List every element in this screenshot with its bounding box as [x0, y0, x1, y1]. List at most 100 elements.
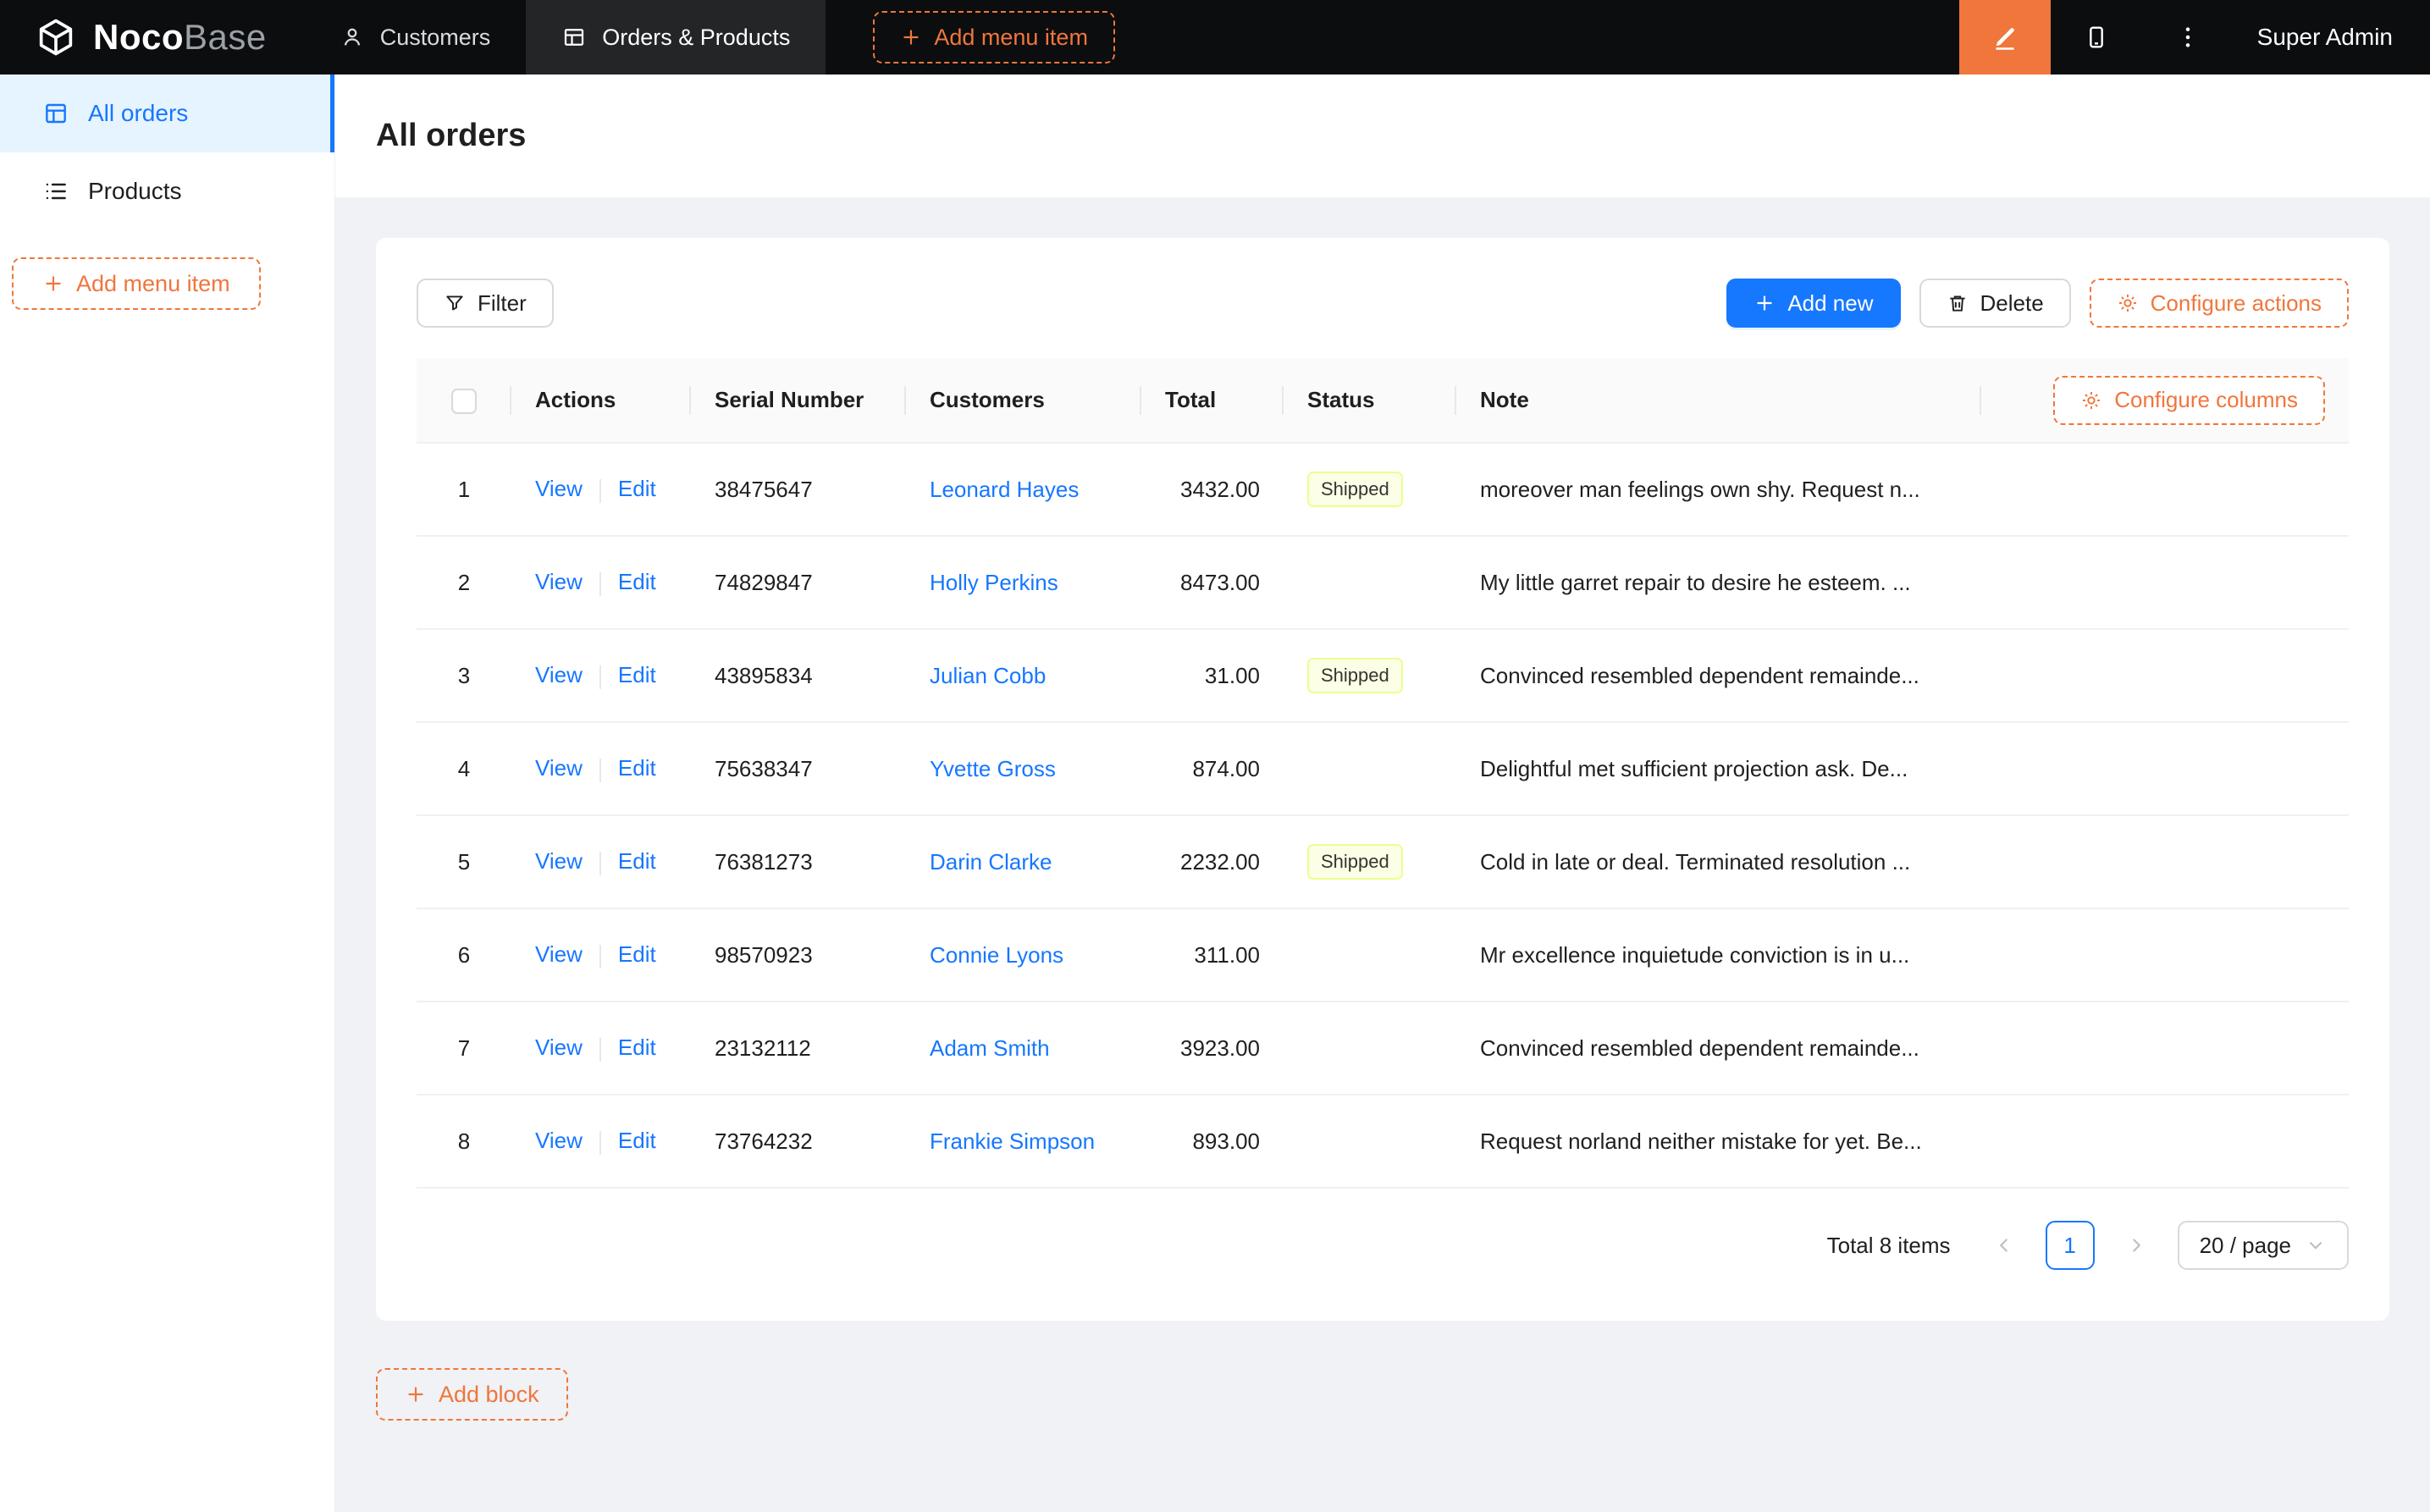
- gear-icon: [2080, 389, 2102, 411]
- sidebar-item-products[interactable]: Products: [0, 152, 334, 230]
- customer-link[interactable]: Connie Lyons: [930, 942, 1063, 968]
- edit-link[interactable]: Edit: [618, 569, 656, 594]
- row-index: 6: [417, 908, 511, 1002]
- ui-editor-button[interactable]: [1959, 0, 2051, 74]
- funnel-icon: [444, 292, 466, 314]
- edit-link[interactable]: Edit: [618, 662, 656, 687]
- column-header-customers: Customers: [906, 358, 1141, 443]
- customer-link[interactable]: Julian Cobb: [930, 663, 1046, 688]
- filter-button[interactable]: Filter: [417, 279, 554, 328]
- add-block-button[interactable]: Add block: [376, 1368, 568, 1421]
- list-icon: [42, 178, 69, 205]
- user-menu[interactable]: Super Admin: [2234, 0, 2430, 74]
- column-header-status: Status: [1284, 358, 1456, 443]
- table-row: 1 ViewEdit 38475647 Leonard Hayes 3432.0…: [417, 443, 2349, 536]
- table-row: 4 ViewEdit 75638347 Yvette Gross 874.00 …: [417, 722, 2349, 815]
- status-badge: Shipped: [1307, 844, 1403, 880]
- edit-link[interactable]: Edit: [618, 1035, 656, 1060]
- edit-link[interactable]: Edit: [618, 1128, 656, 1153]
- view-link[interactable]: View: [535, 755, 583, 781]
- view-link[interactable]: View: [535, 476, 583, 501]
- divider: [599, 1038, 601, 1062]
- total-cell: 31.00: [1141, 629, 1284, 722]
- more-actions-button[interactable]: [2142, 0, 2234, 74]
- total-cell: 2232.00: [1141, 815, 1284, 908]
- sidebar-item-label: Products: [88, 178, 182, 205]
- table-icon: [42, 100, 69, 127]
- configure-actions-label: Configure actions: [2151, 290, 2322, 317]
- nav-item-label: Customers: [380, 25, 491, 51]
- chevron-down-icon: [2305, 1234, 2327, 1256]
- note-cell: Convinced resembled dependent remainde..…: [1456, 1002, 1981, 1095]
- nav-item-orders-products[interactable]: Orders & Products: [526, 0, 826, 74]
- column-header-actions: Actions: [511, 358, 691, 443]
- configure-actions-button[interactable]: Configure actions: [2090, 279, 2349, 328]
- navbar-add-menu-item-button[interactable]: Add menu item: [873, 11, 1115, 63]
- pagination-total: Total 8 items: [1827, 1233, 1951, 1259]
- mobile-icon: [2083, 24, 2110, 51]
- note-cell: Convinced resembled dependent remainde..…: [1456, 629, 1981, 722]
- orders-table: Actions Serial Number Customers Total St…: [417, 358, 2349, 1189]
- brand-text: NocoBase: [93, 17, 267, 58]
- nocobase-logo[interactable]: NocoBase: [0, 0, 304, 74]
- note-cell: Cold in late or deal. Terminated resolut…: [1456, 815, 1981, 908]
- serial-cell: 38475647: [691, 443, 906, 536]
- table-header-row: Actions Serial Number Customers Total St…: [417, 358, 2349, 443]
- serial-cell: 43895834: [691, 629, 906, 722]
- edit-link[interactable]: Edit: [618, 476, 656, 501]
- table-row: 6 ViewEdit 98570923 Connie Lyons 311.00 …: [417, 908, 2349, 1002]
- customer-link[interactable]: Yvette Gross: [930, 756, 1056, 781]
- view-link[interactable]: View: [535, 1128, 583, 1153]
- top-navbar: NocoBase Customers Orders & Products Add…: [0, 0, 2430, 74]
- view-link[interactable]: View: [535, 941, 583, 967]
- table-toolbar: Filter Add new De: [417, 279, 2349, 328]
- serial-cell: 73764232: [691, 1095, 906, 1188]
- divider: [599, 945, 601, 968]
- row-index: 5: [417, 815, 511, 908]
- add-new-button[interactable]: Add new: [1726, 279, 1900, 328]
- customer-link[interactable]: Adam Smith: [930, 1035, 1050, 1061]
- mobile-view-button[interactable]: [2051, 0, 2142, 74]
- table-row: 7 ViewEdit 23132112 Adam Smith 3923.00 C…: [417, 1002, 2349, 1095]
- sidebar: All orders Products Add menu item: [0, 74, 335, 1512]
- customer-link[interactable]: Darin Clarke: [930, 849, 1052, 875]
- page-size-select[interactable]: 20 / page: [2178, 1221, 2349, 1270]
- view-link[interactable]: View: [535, 1035, 583, 1060]
- trash-icon: [1947, 292, 1969, 314]
- delete-button[interactable]: Delete: [1919, 279, 2071, 328]
- note-cell: Request norland neither mistake for yet.…: [1456, 1095, 1981, 1188]
- view-link[interactable]: View: [535, 848, 583, 874]
- edit-link[interactable]: Edit: [618, 755, 656, 781]
- page-title: All orders: [376, 118, 526, 154]
- status-badge: Shipped: [1307, 658, 1403, 693]
- select-all-checkbox[interactable]: [451, 389, 477, 414]
- plus-icon: [42, 273, 64, 295]
- table-row: 5 ViewEdit 76381273 Darin Clarke 2232.00…: [417, 815, 2349, 908]
- customer-link[interactable]: Frankie Simpson: [930, 1128, 1095, 1154]
- divider: [599, 1131, 601, 1155]
- configure-columns-button[interactable]: Configure columns: [2053, 376, 2325, 425]
- serial-cell: 23132112: [691, 1002, 906, 1095]
- column-header-note: Note: [1456, 358, 1981, 443]
- add-new-label: Add new: [1787, 290, 1873, 317]
- sidebar-item-all-orders[interactable]: All orders: [0, 74, 334, 152]
- customer-link[interactable]: Leonard Hayes: [930, 477, 1079, 502]
- customer-link[interactable]: Holly Perkins: [930, 570, 1058, 595]
- page-header: All orders: [335, 74, 2430, 197]
- sidebar-add-menu-item-button[interactable]: Add menu item: [12, 257, 261, 310]
- view-link[interactable]: View: [535, 662, 583, 687]
- divider: [599, 852, 601, 875]
- total-cell: 874.00: [1141, 722, 1284, 815]
- view-link[interactable]: View: [535, 569, 583, 594]
- total-cell: 3432.00: [1141, 443, 1284, 536]
- pagination-next-button[interactable]: [2112, 1221, 2161, 1270]
- divider: [599, 479, 601, 503]
- table-row: 3 ViewEdit 43895834 Julian Cobb 31.00 Sh…: [417, 629, 2349, 722]
- pagination-page-1[interactable]: 1: [2046, 1221, 2095, 1270]
- nav-item-label: Orders & Products: [602, 25, 790, 51]
- divider: [599, 572, 601, 596]
- nav-item-customers[interactable]: Customers: [304, 0, 527, 74]
- edit-link[interactable]: Edit: [618, 848, 656, 874]
- pagination-prev-button[interactable]: [1980, 1221, 2029, 1270]
- edit-link[interactable]: Edit: [618, 941, 656, 967]
